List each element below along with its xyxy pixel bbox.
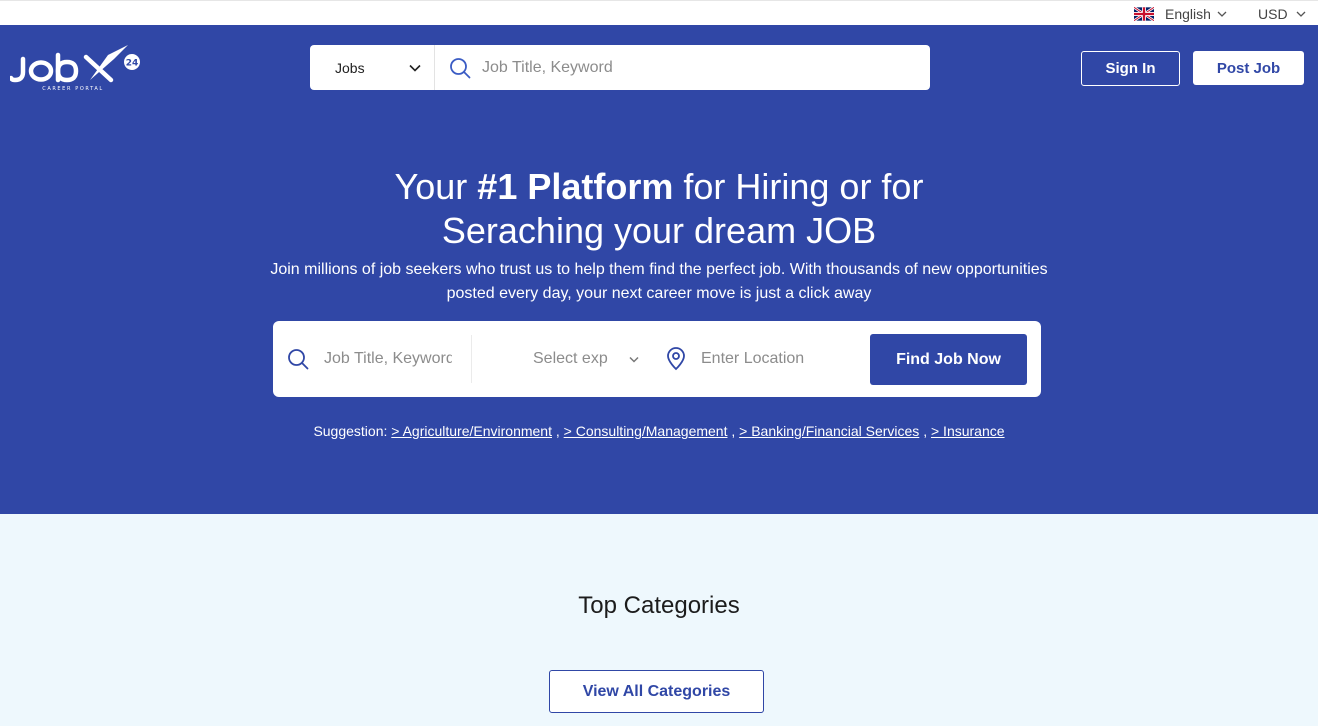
search-type-select[interactable]: Jobs: [310, 45, 435, 90]
top-utility-bar: English USD: [0, 0, 1318, 25]
language-label: English: [1165, 6, 1211, 22]
hero-title-highlight: #1 Platform: [477, 166, 674, 207]
experience-select[interactable]: Select exp: [533, 347, 641, 371]
sign-in-button[interactable]: Sign In: [1081, 51, 1180, 86]
uk-flag-icon: [1134, 7, 1154, 21]
suggestion-link[interactable]: > Insurance: [931, 423, 1005, 439]
experience-placeholder: Select exp: [533, 350, 608, 367]
hero-title: Your #1 Platform for Hiring or for Serac…: [0, 165, 1318, 253]
location-pin-icon: [667, 347, 685, 371]
header-search-input[interactable]: [482, 58, 902, 77]
chevron-down-icon: [409, 64, 421, 72]
job-finder-form: Select exp Find Job Now: [273, 321, 1041, 397]
hero-section: 24 CAREER PORTAL Jobs Sign In Post Job Y…: [0, 25, 1318, 514]
hero-title-line-1: Your #1 Platform for Hiring or for: [0, 165, 1318, 209]
search-icon: [450, 57, 471, 78]
search-type-value: Jobs: [335, 59, 365, 76]
chevron-down-icon: [1296, 11, 1306, 17]
finder-keyword-field: [287, 345, 452, 373]
finder-keyword-input[interactable]: [324, 350, 452, 368]
svg-text:CAREER PORTAL: CAREER PORTAL: [42, 86, 104, 92]
hero-subtitle: Join millions of job seekers who trust u…: [270, 261, 1048, 302]
search-icon: [288, 349, 309, 370]
finder-location-field: [665, 345, 841, 373]
hero-title-line-2: Seraching your dream JOB: [441, 210, 877, 251]
header-search-field: [435, 45, 930, 90]
chevron-down-icon: [1217, 11, 1227, 17]
currency-label: USD: [1258, 6, 1288, 22]
header-search-bar: Jobs: [310, 45, 930, 90]
currency-selector[interactable]: USD: [1258, 5, 1306, 23]
suggestion-label: Suggestion:: [313, 423, 388, 439]
view-all-categories-button[interactable]: View All Categories: [549, 670, 764, 713]
find-job-button[interactable]: Find Job Now: [870, 334, 1027, 385]
jobx-logo[interactable]: 24 CAREER PORTAL: [10, 43, 142, 93]
finder-location-input[interactable]: [701, 350, 841, 368]
post-job-button[interactable]: Post Job: [1193, 51, 1304, 85]
hero-title-text: Your: [394, 166, 478, 207]
top-categories-title: Top Categories: [578, 592, 740, 619]
suggestion-link[interactable]: > Consulting/Management: [564, 423, 728, 439]
svg-text:24: 24: [126, 59, 139, 69]
chevron-down-icon: [629, 356, 639, 363]
language-selector[interactable]: English: [1134, 5, 1227, 23]
suggestion-link[interactable]: > Agriculture/Environment: [391, 423, 552, 439]
suggestions: Suggestion: > Agriculture/Environment , …: [313, 423, 1005, 439]
hero-title-text: for Hiring or for: [673, 166, 924, 207]
finder-divider: [471, 335, 472, 383]
suggestion-link[interactable]: > Banking/Financial Services: [739, 423, 919, 439]
